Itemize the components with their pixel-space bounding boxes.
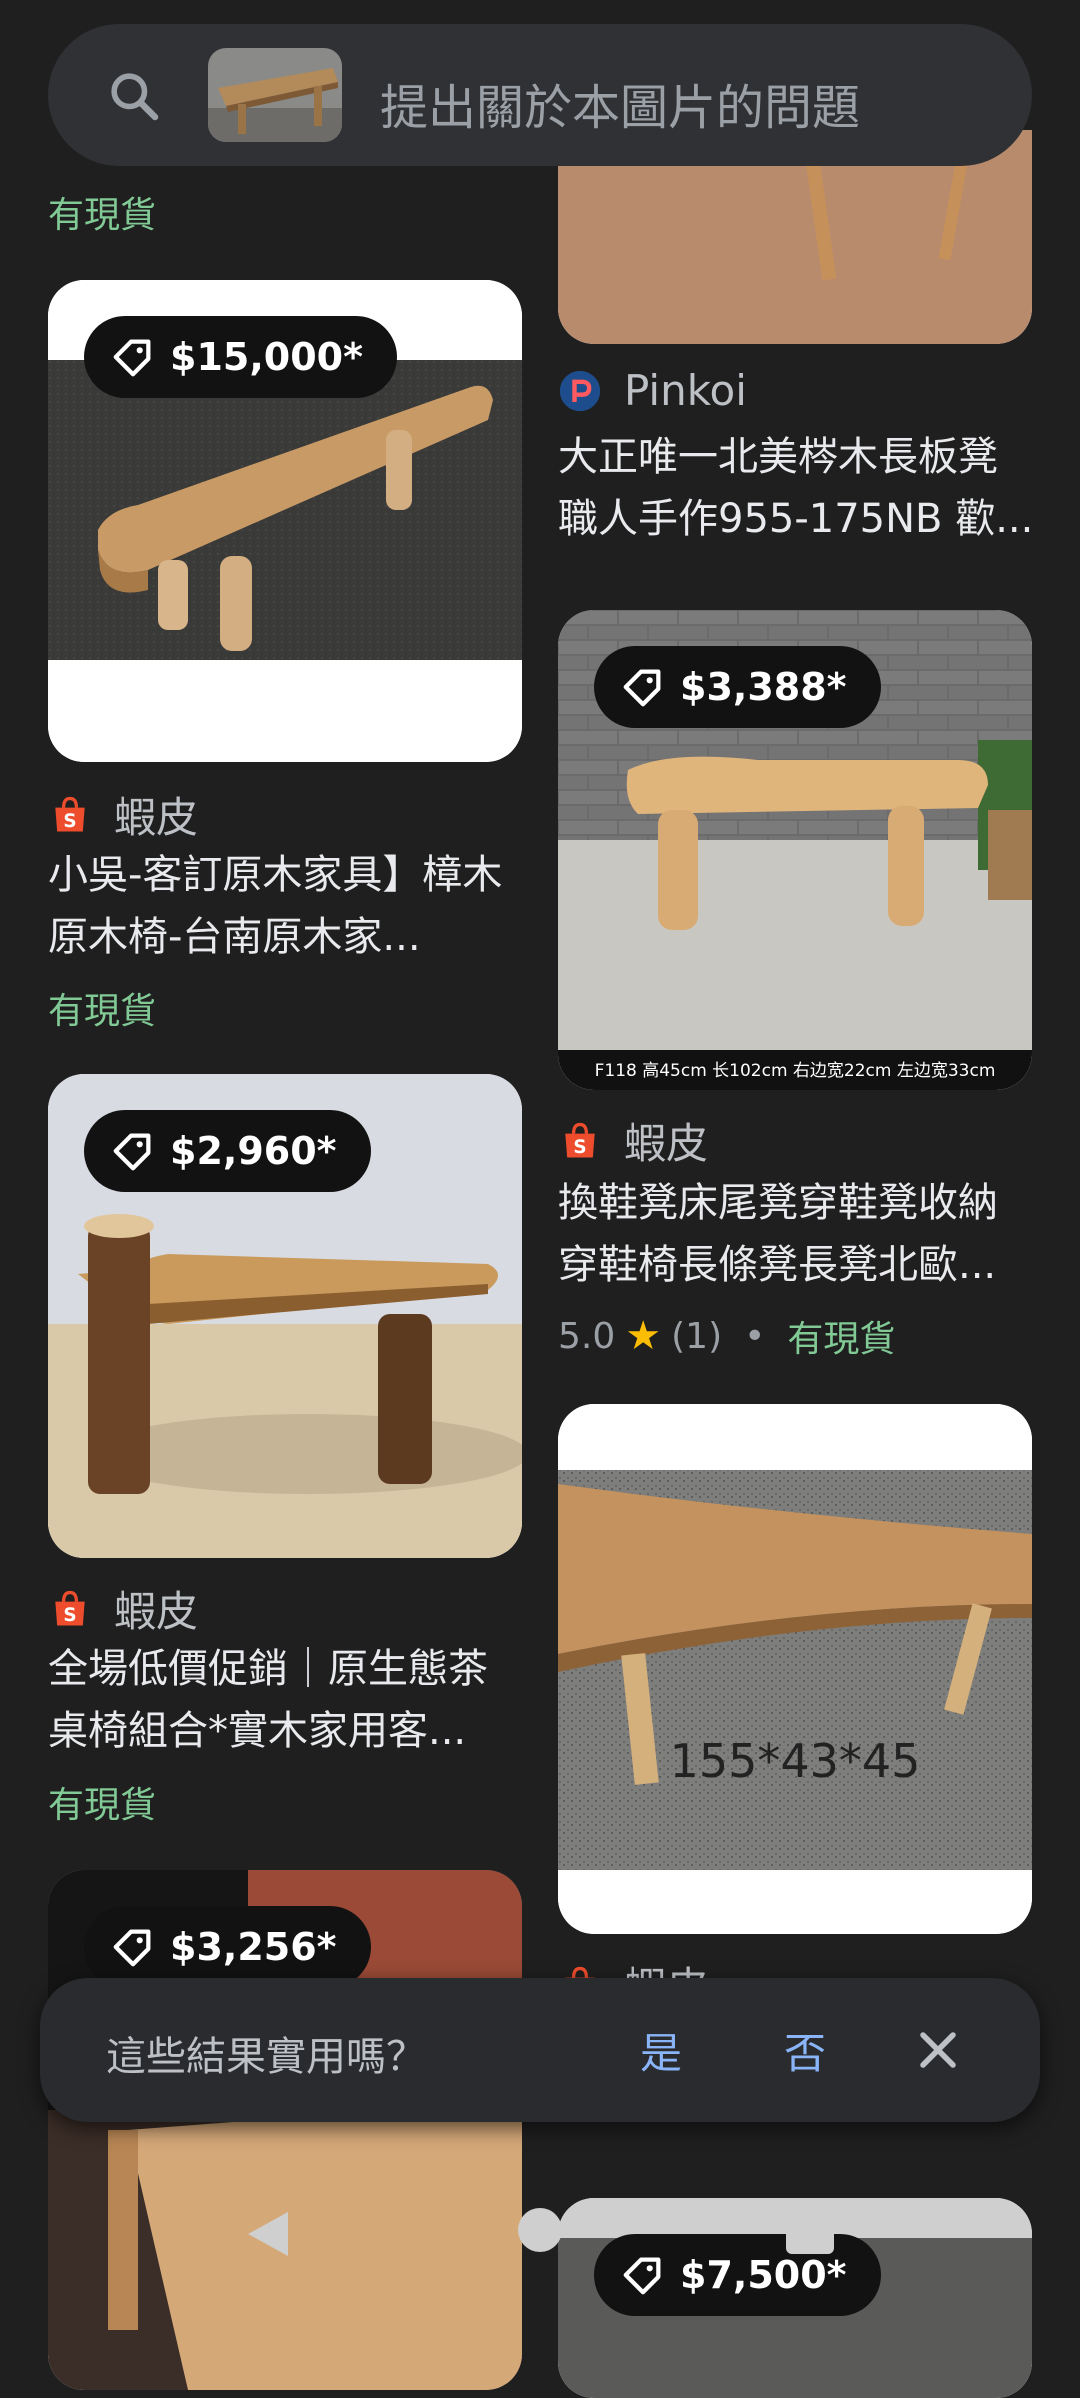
recent-apps-icon[interactable] (786, 2206, 834, 2254)
search-bar[interactable]: 提出關於本圖片的問題 (48, 24, 1032, 166)
rating-value: 5.0 (558, 1315, 616, 1357)
source[interactable]: S 蝦皮 (48, 1578, 198, 1639)
price-badge: $3,388* (594, 646, 881, 728)
image-caption: 155*43*45 (669, 1734, 921, 1788)
search-input[interactable]: 提出關於本圖片的問題 (380, 68, 860, 138)
shopee-logo-icon: S (565, 1122, 595, 1157)
product-image-card[interactable]: 155*43*45 (558, 1404, 1032, 1934)
stock-status: 有現貨 (48, 195, 157, 236)
home-icon[interactable] (518, 2208, 562, 2252)
stock-status: 有現貨 (48, 991, 157, 1032)
feedback-no-button[interactable]: 否 (784, 2020, 826, 2081)
price-text: $3,388* (680, 665, 847, 709)
feedback-bar: 這些結果實用嗎？ 是 否 (40, 1978, 1040, 2122)
price-badge: $15,000* (84, 316, 397, 398)
source-name: 蝦皮 (114, 793, 199, 842)
star-icon: ★ (625, 1313, 662, 1359)
price-badge: $3,256* (84, 1906, 371, 1988)
separator-dot: • (744, 1315, 766, 1357)
shopee-logo-icon: S (55, 1590, 85, 1625)
rating-row: 5.0 ★ (1) • 有現貨 (558, 1310, 895, 1362)
feedback-question: 這些結果實用嗎？ (106, 2034, 426, 2080)
system-navigation-bar (0, 2158, 1080, 2302)
review-count: (1) (671, 1315, 723, 1357)
price-text: $3,256* (170, 1925, 337, 1969)
product-title[interactable]: 換鞋凳床尾凳穿鞋凳收納穿鞋椅長條凳長凳北歐... (558, 1172, 1034, 1296)
source-name: 蝦皮 (624, 1119, 709, 1168)
svg-text:S: S (63, 810, 76, 831)
product-title[interactable]: 小吳-客訂原木家具】樟木原木椅-台南原木家... (48, 844, 524, 968)
price-tag-icon (113, 1133, 151, 1171)
shopee-logo-icon: S (55, 796, 85, 831)
source-name: Pinkoi (624, 366, 747, 415)
search-icon[interactable] (106, 68, 162, 124)
product-title[interactable]: 大正唯一北美梣木長板凳 職人手作955-175NB 歡... (558, 426, 1034, 550)
price-badge: $2,960* (84, 1110, 371, 1192)
stock-status: 有現貨 (787, 1319, 896, 1360)
pinkoi-logo-icon (559, 370, 601, 411)
source[interactable]: S 蝦皮 (48, 784, 198, 845)
price-text: $15,000* (170, 335, 363, 379)
image-caption: F118 高45cm 长102cm 右边宽22cm 左边宽33cm (594, 1061, 996, 1081)
svg-text:S: S (573, 1136, 586, 1157)
query-image-thumbnail[interactable] (208, 48, 342, 142)
price-text: $2,960* (170, 1129, 337, 1173)
source[interactable]: S 蝦皮 (558, 1110, 708, 1171)
feedback-yes-button[interactable]: 是 (640, 2020, 682, 2081)
back-icon[interactable] (246, 2210, 290, 2258)
source-name: 蝦皮 (114, 1587, 199, 1636)
price-tag-icon (113, 339, 151, 377)
price-tag-icon (623, 669, 661, 707)
product-title[interactable]: 全場低價促銷｜原生態茶桌椅組合*實木家用客... (48, 1638, 524, 1762)
stock-status: 有現貨 (48, 1785, 157, 1826)
source[interactable]: Pinkoi (558, 366, 747, 415)
price-tag-icon (113, 1929, 151, 1967)
svg-text:S: S (63, 1604, 76, 1625)
close-icon[interactable] (908, 2020, 968, 2080)
